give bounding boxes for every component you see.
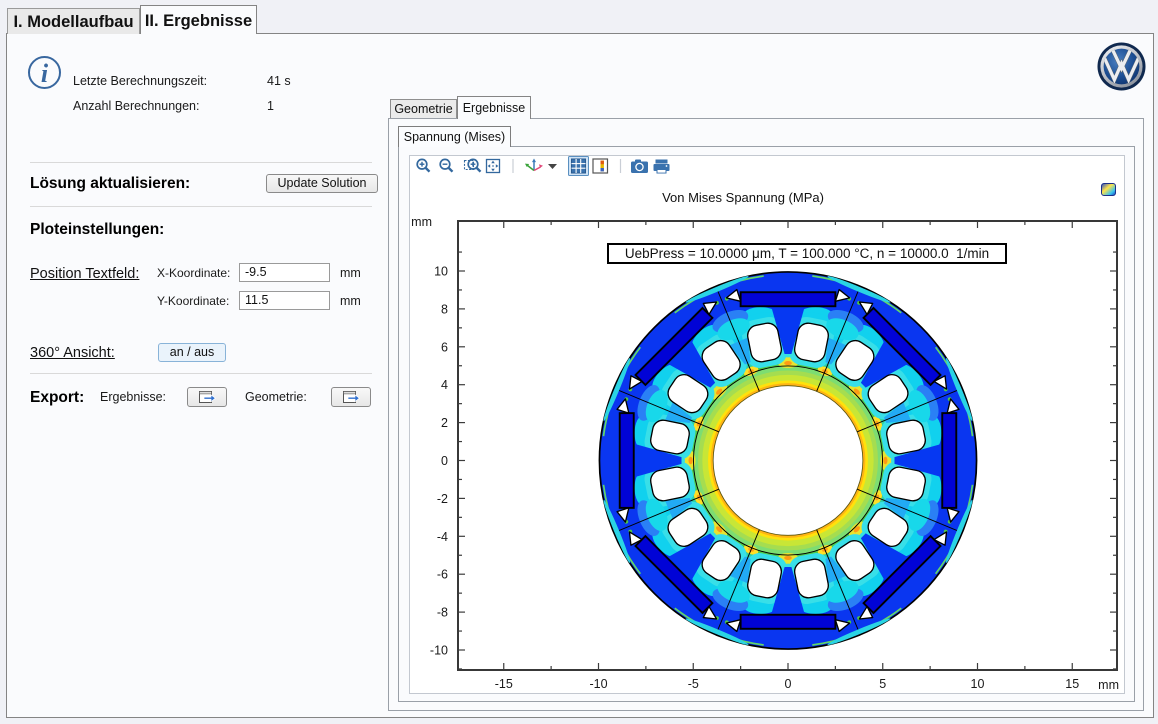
svg-text:2: 2 xyxy=(441,416,448,430)
svg-text:4: 4 xyxy=(441,378,448,392)
svg-text:-10: -10 xyxy=(430,644,448,658)
svg-text:mm: mm xyxy=(1098,678,1119,692)
svg-text:0: 0 xyxy=(441,454,448,468)
svg-text:-4: -4 xyxy=(437,530,448,544)
svg-text:-15: -15 xyxy=(495,677,513,691)
svg-text:6: 6 xyxy=(441,340,448,354)
svg-text:10: 10 xyxy=(971,677,985,691)
svg-text:-2: -2 xyxy=(437,492,448,506)
svg-text:-6: -6 xyxy=(437,568,448,582)
svg-text:-10: -10 xyxy=(589,677,607,691)
svg-text:8: 8 xyxy=(441,302,448,316)
svg-text:15: 15 xyxy=(1065,677,1079,691)
svg-text:10: 10 xyxy=(434,265,448,279)
svg-text:mm: mm xyxy=(411,215,432,229)
svg-text:-5: -5 xyxy=(688,677,699,691)
svg-text:-8: -8 xyxy=(437,606,448,620)
svg-text:5: 5 xyxy=(879,677,886,691)
svg-text:0: 0 xyxy=(785,677,792,691)
